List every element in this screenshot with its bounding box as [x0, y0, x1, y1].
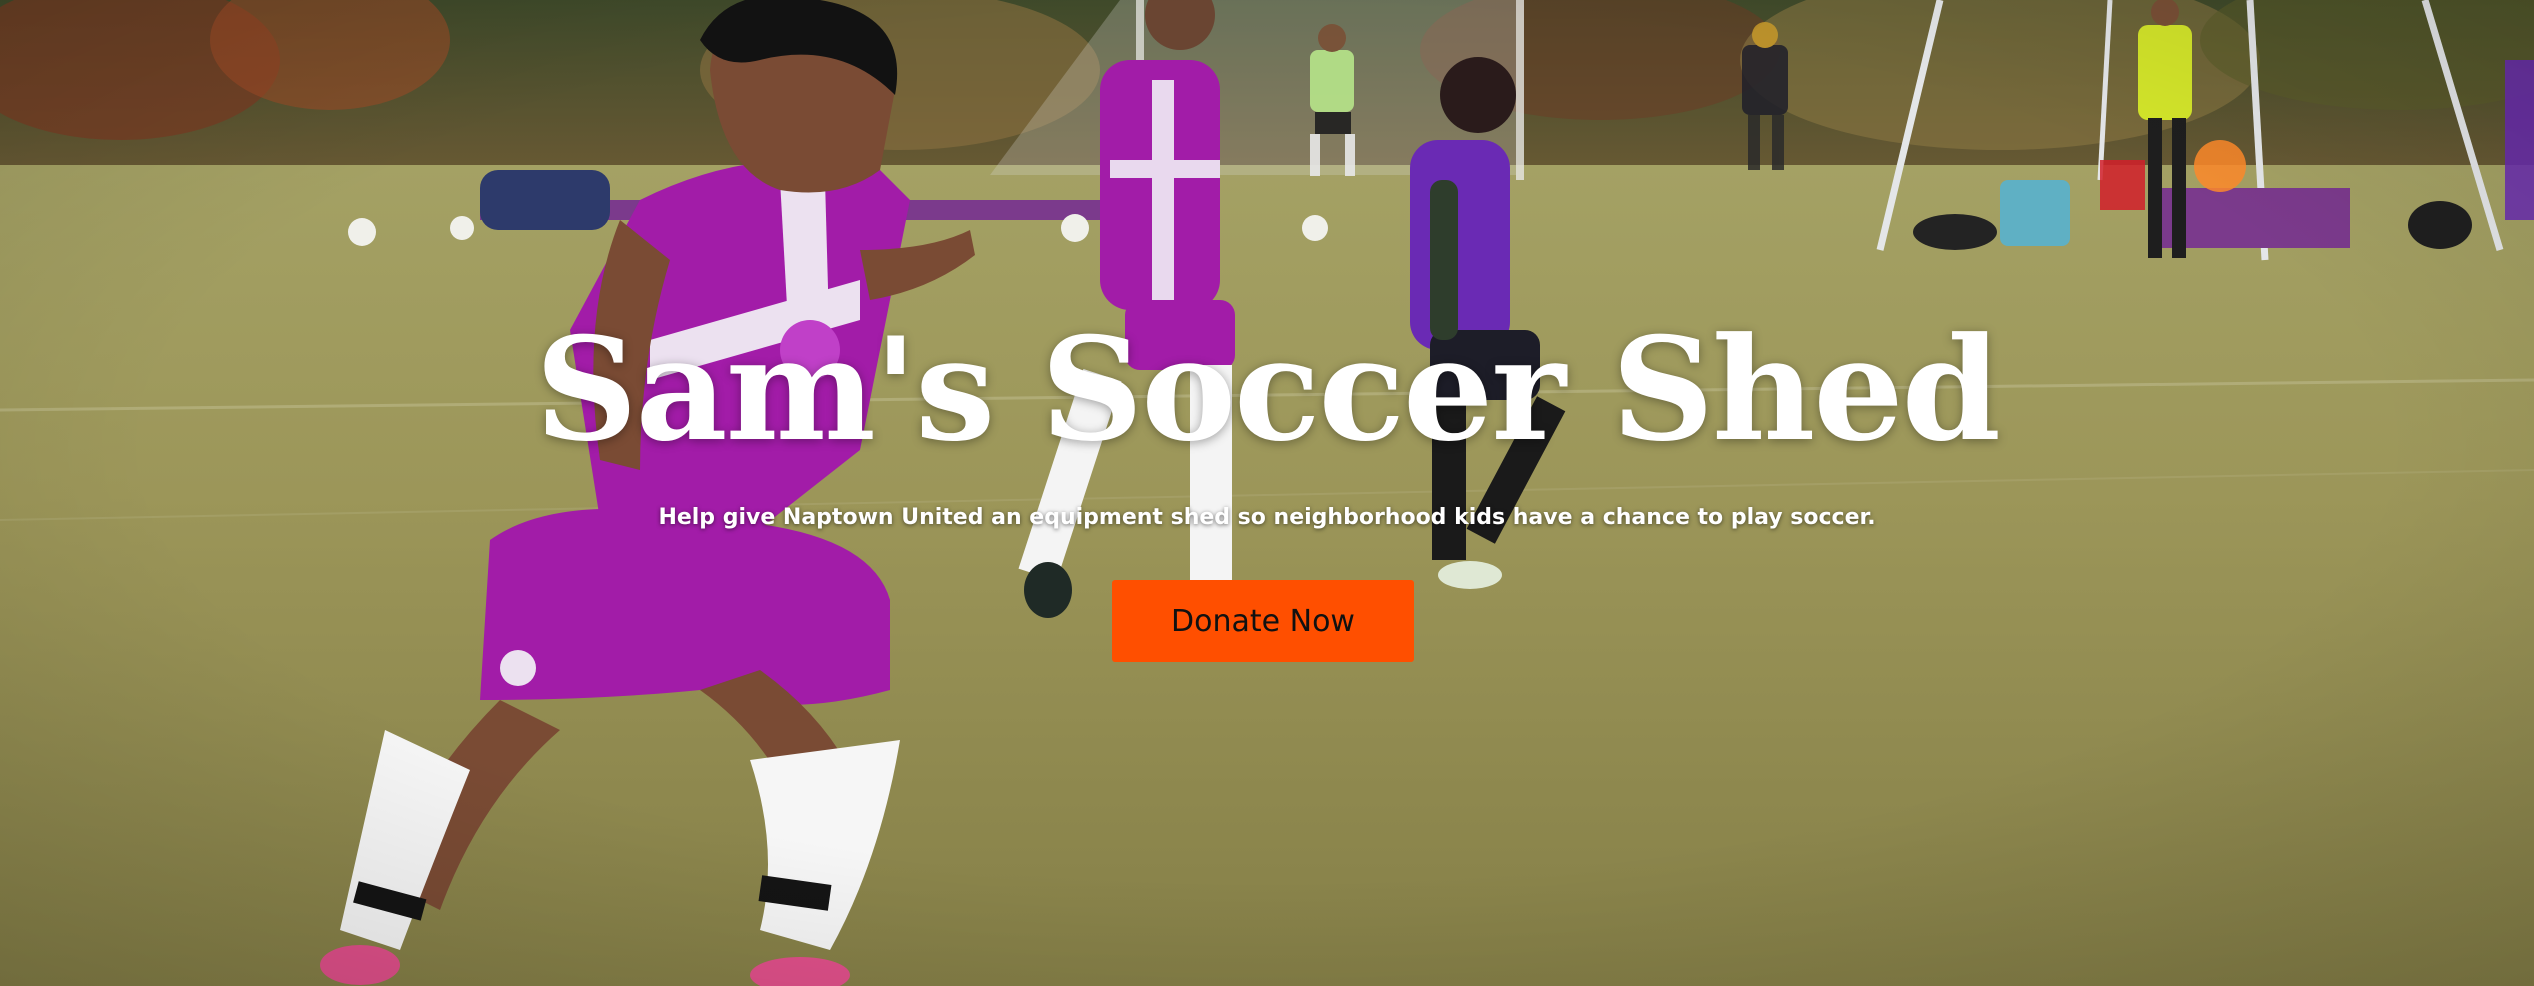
- donate-now-button[interactable]: Donate Now: [1112, 580, 1414, 662]
- hero-title: Sam's Soccer Shed: [535, 307, 2001, 473]
- hero-section: Sam's Soccer Shed Help give Naptown Unit…: [0, 0, 2534, 986]
- hero-content: Sam's Soccer Shed Help give Naptown Unit…: [0, 0, 2534, 986]
- hero-subtitle: Help give Naptown United an equipment sh…: [658, 505, 1876, 530]
